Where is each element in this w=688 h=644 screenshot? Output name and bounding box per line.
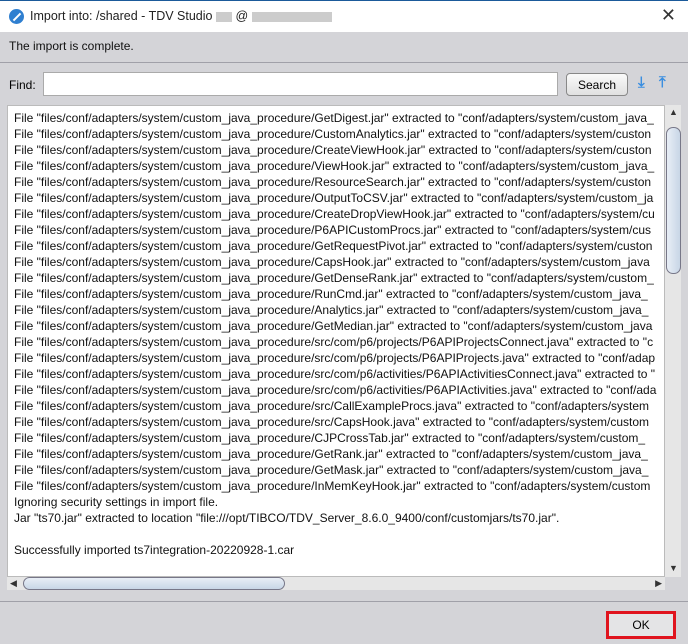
find-previous-up-icon[interactable]: ⤒ — [659, 74, 666, 91]
find-input[interactable] — [43, 72, 558, 96]
log-line: File "files/conf/adapters/system/custom_… — [14, 223, 652, 237]
log-line: File "files/conf/adapters/system/custom_… — [14, 255, 650, 269]
scroll-down-arrow[interactable]: ▼ — [669, 563, 678, 573]
tdv-logo-icon — [9, 9, 24, 24]
find-next-down-icon[interactable]: ⤓ — [638, 74, 645, 91]
log-line: File "files/conf/adapters/system/custom_… — [14, 383, 657, 397]
redacted-host — [251, 11, 332, 22]
log-line: File "files/conf/adapters/system/custom_… — [14, 447, 648, 461]
divider — [0, 62, 688, 63]
log-line: File "files/conf/adapters/system/custom_… — [14, 479, 651, 493]
log-line: File "files/conf/adapters/system/custom_… — [14, 207, 655, 221]
log-line: File "files/conf/adapters/system/custom_… — [14, 127, 652, 141]
window-title: Import into: /shared - TDV Studio @ — [30, 9, 332, 23]
log-line: File "files/conf/adapters/system/custom_… — [14, 303, 649, 317]
horizontal-scrollbar[interactable]: ◀ ▶ — [7, 577, 665, 590]
log-line: File "files/conf/adapters/system/custom_… — [14, 431, 646, 445]
log-line: File "files/conf/adapters/system/custom_… — [14, 367, 656, 381]
scroll-left-arrow[interactable]: ◀ — [10, 578, 17, 589]
log-line: File "files/conf/adapters/system/custom_… — [14, 463, 649, 477]
log-line: File "files/conf/adapters/system/custom_… — [14, 351, 656, 365]
horizontal-scroll-thumb[interactable] — [23, 577, 285, 590]
log-line: File "files/conf/adapters/system/custom_… — [14, 271, 654, 285]
vertical-scrollbar[interactable]: ▲ ▼ — [665, 105, 681, 577]
window-title-text: Import into: /shared - TDV Studio — [30, 9, 213, 23]
title-at: @ — [235, 9, 249, 23]
redacted-version — [215, 11, 232, 22]
log-line: File "files/conf/adapters/system/custom_… — [14, 143, 652, 157]
title-bar: Import into: /shared - TDV Studio @ ✕ — [0, 0, 688, 32]
import-log-textarea[interactable]: File "files/conf/adapters/system/custom_… — [7, 105, 665, 577]
log-line: Successfully imported ts7integration-202… — [14, 543, 295, 557]
scroll-right-arrow[interactable]: ▶ — [655, 578, 662, 589]
log-line: File "files/conf/adapters/system/custom_… — [14, 239, 653, 253]
find-label: Find: — [9, 78, 36, 92]
ok-button[interactable]: OK — [606, 611, 676, 639]
vertical-scroll-thumb[interactable] — [666, 127, 681, 274]
close-icon[interactable]: ✕ — [661, 5, 676, 26]
search-button[interactable]: Search — [566, 73, 628, 96]
log-line: File "files/conf/adapters/system/custom_… — [14, 191, 654, 205]
status-message: The import is complete. — [9, 39, 134, 53]
divider — [0, 601, 688, 602]
log-line: Ignoring security settings in import fil… — [14, 495, 219, 509]
log-line: File "files/conf/adapters/system/custom_… — [14, 319, 653, 333]
log-line: Jar "ts70.jar" extracted to location "fi… — [14, 511, 560, 525]
log-line: File "files/conf/adapters/system/custom_… — [14, 111, 654, 125]
log-line: File "files/conf/adapters/system/custom_… — [14, 335, 654, 349]
log-line: File "files/conf/adapters/system/custom_… — [14, 287, 648, 301]
log-line: File "files/conf/adapters/system/custom_… — [14, 159, 655, 173]
log-line: File "files/conf/adapters/system/custom_… — [14, 415, 650, 429]
log-line: File "files/conf/adapters/system/custom_… — [14, 175, 652, 189]
log-line: File "files/conf/adapters/system/custom_… — [14, 399, 650, 413]
scroll-up-arrow[interactable]: ▲ — [669, 107, 678, 117]
